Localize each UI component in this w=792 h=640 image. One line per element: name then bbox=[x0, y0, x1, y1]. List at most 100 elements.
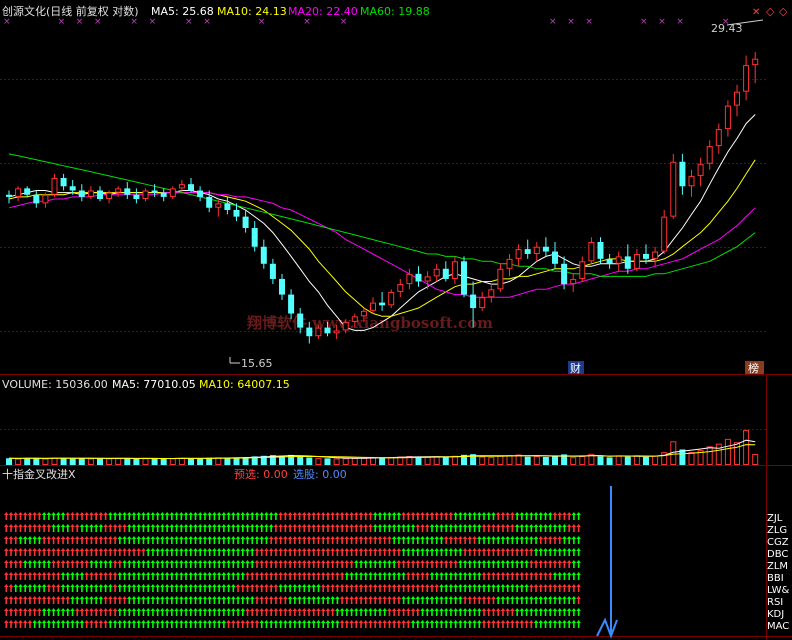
green-arrow-icon bbox=[500, 560, 506, 568]
green-arrow-icon bbox=[169, 512, 175, 520]
green-arrow-icon bbox=[268, 512, 274, 520]
green-arrow-icon bbox=[562, 524, 567, 532]
window-controls[interactable]: ✕ ◇ ◇ bbox=[752, 5, 788, 18]
candle bbox=[124, 182, 131, 200]
red-arrow-icon bbox=[500, 548, 506, 556]
green-arrow-icon bbox=[145, 608, 151, 616]
green-arrow-icon bbox=[65, 584, 71, 592]
green-arrow-icon bbox=[122, 608, 127, 616]
red-arrow-icon bbox=[358, 536, 364, 544]
expand-icon[interactable]: ◇ bbox=[779, 5, 788, 18]
green-arrow-icon bbox=[207, 596, 212, 604]
red-arrow-icon bbox=[354, 584, 359, 592]
green-arrow-icon bbox=[529, 608, 534, 616]
green-arrow-icon bbox=[382, 512, 387, 520]
x-marker: × bbox=[185, 17, 193, 27]
red-arrow-icon bbox=[547, 584, 553, 592]
candle-body bbox=[242, 216, 249, 228]
volume-bar bbox=[224, 457, 231, 465]
green-arrow-icon bbox=[439, 584, 444, 592]
red-arrow-icon bbox=[363, 512, 369, 520]
green-arrow-icon bbox=[212, 584, 217, 592]
green-arrow-icon bbox=[136, 572, 142, 580]
preselect-label: 预选: 0.00 bbox=[234, 468, 288, 481]
red-arrow-icon bbox=[387, 536, 392, 544]
volume-bar bbox=[87, 458, 94, 465]
candle-body bbox=[42, 194, 49, 204]
green-arrow-icon bbox=[84, 524, 90, 532]
red-arrow-icon bbox=[368, 620, 373, 628]
red-arrow-icon bbox=[339, 584, 345, 592]
red-arrow-icon bbox=[401, 512, 406, 520]
green-arrow-icon bbox=[179, 584, 184, 592]
green-arrow-icon bbox=[70, 596, 75, 604]
green-arrow-icon bbox=[79, 584, 85, 592]
green-arrow-icon bbox=[150, 560, 156, 568]
green-arrow-icon bbox=[65, 572, 71, 580]
green-arrow-icon bbox=[543, 512, 548, 520]
red-arrow-icon bbox=[89, 572, 94, 580]
red-arrow-icon bbox=[13, 524, 19, 532]
red-arrow-icon bbox=[108, 536, 113, 544]
diamond-icon[interactable]: ◇ bbox=[766, 5, 775, 18]
green-arrow-icon bbox=[429, 524, 435, 532]
red-arrow-icon bbox=[320, 512, 326, 520]
volume-bar bbox=[69, 458, 76, 465]
green-arrow-icon bbox=[221, 548, 227, 556]
green-arrow-icon bbox=[264, 536, 269, 544]
candle bbox=[142, 188, 149, 202]
green-arrow-icon bbox=[500, 584, 506, 592]
green-arrow-icon bbox=[429, 620, 435, 628]
green-arrow-icon bbox=[136, 608, 142, 616]
green-arrow-icon bbox=[164, 596, 170, 604]
green-arrow-icon bbox=[377, 524, 383, 532]
green-arrow-icon bbox=[273, 620, 279, 628]
red-arrow-icon bbox=[103, 536, 108, 544]
red-arrow-icon bbox=[524, 548, 529, 556]
red-arrow-icon bbox=[112, 572, 118, 580]
red-arrow-icon bbox=[46, 524, 52, 532]
red-arrow-icon bbox=[538, 536, 544, 544]
red-arrow-icon bbox=[65, 512, 71, 520]
red-arrow-icon bbox=[13, 512, 19, 520]
green-arrow-icon bbox=[18, 536, 23, 544]
red-arrow-icon bbox=[278, 572, 283, 580]
green-arrow-icon bbox=[79, 524, 85, 532]
green-arrow-icon bbox=[453, 548, 458, 556]
red-arrow-icon bbox=[287, 536, 293, 544]
green-arrow-icon bbox=[131, 512, 137, 520]
green-arrow-icon bbox=[524, 560, 529, 568]
green-arrow-icon bbox=[462, 524, 468, 532]
green-arrow-icon bbox=[552, 572, 558, 580]
candle-body bbox=[251, 227, 258, 247]
red-arrow-icon bbox=[406, 560, 411, 568]
candle-body bbox=[224, 203, 231, 210]
close-icon[interactable]: ✕ bbox=[752, 7, 760, 18]
green-arrow-icon bbox=[141, 620, 146, 628]
green-arrow-icon bbox=[136, 512, 142, 520]
red-arrow-icon bbox=[349, 584, 354, 592]
green-arrow-icon bbox=[401, 548, 406, 556]
red-arrow-icon bbox=[117, 560, 123, 568]
red-arrow-icon bbox=[93, 620, 99, 628]
red-arrow-icon bbox=[27, 572, 33, 580]
ma10-label: MA10: 24.13 bbox=[217, 5, 287, 18]
green-arrow-icon bbox=[448, 548, 454, 556]
x-marker: × bbox=[640, 17, 648, 27]
candle bbox=[552, 241, 558, 269]
green-arrow-icon bbox=[320, 620, 326, 628]
volume-bar bbox=[542, 456, 549, 465]
green-arrow-icon bbox=[571, 548, 577, 556]
green-arrow-icon bbox=[122, 560, 127, 568]
red-arrow-icon bbox=[93, 572, 99, 580]
red-arrow-icon bbox=[84, 620, 90, 628]
red-arrow-icon bbox=[415, 560, 421, 568]
candle bbox=[734, 84, 740, 117]
green-arrow-icon bbox=[297, 584, 302, 592]
stock-chart: 翔博软件 www.xiangbosoft.com × × × × × × × × × × × × × × ×… bbox=[0, 4, 792, 640]
green-arrow-icon bbox=[193, 620, 198, 628]
volume-bar bbox=[442, 457, 449, 465]
green-arrow-icon bbox=[462, 560, 468, 568]
red-arrow-icon bbox=[297, 548, 302, 556]
green-arrow-icon bbox=[226, 560, 231, 568]
